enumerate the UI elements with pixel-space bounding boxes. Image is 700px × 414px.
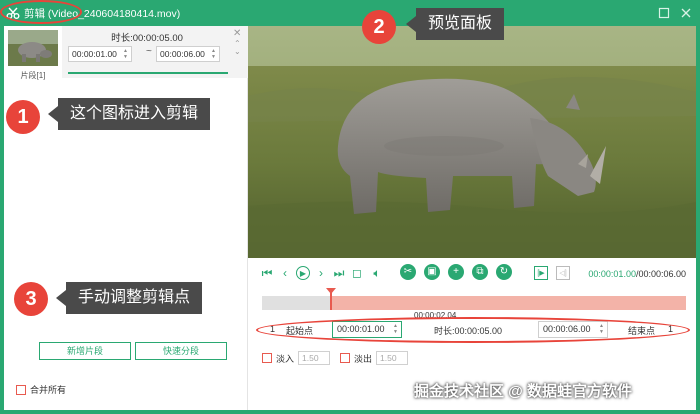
play-icon[interactable]: ▶ [296,266,310,280]
quick-split-button[interactable]: 快速分段 [135,342,227,360]
set-start-marker-icon[interactable]: [▶ [534,266,548,280]
rhino-preview-image [248,26,696,258]
clip-end-spinner-icon[interactable]: ▲ ▼ [211,48,217,60]
clip-thumbnail-label: 片段[1] [20,71,46,80]
playhead[interactable] [330,290,332,310]
title-highlight-ellipse [0,0,82,24]
fade-out-value[interactable]: 1.50 [376,351,409,365]
merge-all-label: 合并所有 [30,385,67,395]
fade-out-option[interactable]: 淡出 1.50 [340,351,409,365]
next-frame-icon[interactable]: › [314,266,328,280]
clip-range-editor: 时长:00:00:05.00 00:00:01.00 ▲ ▼ ~ 00:00:06… [62,26,248,78]
annotation-badge-3: 3 [14,282,48,316]
set-end-marker-icon[interactable]: ◁] [556,266,570,280]
add-marker-icon[interactable]: + [448,264,464,280]
reset-icon[interactable]: ↻ [496,264,512,280]
skip-to-end-icon[interactable]: ⏭ [332,266,346,280]
skip-to-start-icon[interactable]: ⏮ [260,266,274,280]
rhino-thumbnail-image [8,30,58,66]
watermark: 掘金技术社区 @ 数据蛙官方软件 [414,383,632,400]
range-separator: ~ [146,46,152,57]
current-time: 00:00:01.00 [588,269,636,279]
clip-start-time-input[interactable]: 00:00:01.00 ▲ ▼ [68,46,132,62]
playback-time: 00:00:01.00/00:00:06.00 [588,269,686,279]
reorder-arrows-icon[interactable]: ⌃ ⌄ [234,40,241,56]
title-bar: 剪辑 (Video_240604180414.mov) [0,0,700,26]
clip-start-spinner-icon[interactable]: ▲ ▼ [123,48,129,60]
fade-in-value[interactable]: 1.50 [298,351,331,365]
remove-clip-icon[interactable]: ✕ [233,28,241,39]
annotation-callout-2: 预览面板 [405,8,505,40]
player-controls: ⏮ ‹ ▶ › ⏭ ◻ 🔈︎ ✂ ▣ + ⧉ ↻ [▶ ◁] 00:00:01.… [248,262,696,286]
annotation-callout-3: 手动调整剪辑点 [55,282,203,314]
merge-all-option[interactable]: 合并所有 [16,383,66,396]
total-time: /00:00:06.00 [635,269,686,279]
trim-row-highlight-ellipse [256,317,690,343]
merge-all-checkbox[interactable] [16,384,26,395]
previous-frame-icon[interactable]: ‹ [278,266,292,280]
preview-panel [248,26,696,258]
fade-in-option[interactable]: 淡入 1.50 [262,351,331,365]
stop-icon[interactable]: ◻ [350,266,364,280]
segment-panel: 片段[1] 时长:00:00:05.00 00:00:01.00 ▲ ▼ ~ 00… [4,26,248,410]
clip-end-time-value: 00:00:06.00 [160,49,205,59]
clip-duration: 时长:00:00:05.00 [111,33,183,44]
clip-progress-bar [68,72,228,74]
copy-segment-icon[interactable]: ⧉ [472,264,488,280]
selected-range[interactable] [330,296,686,310]
annotation-badge-1: 1 [6,100,40,134]
annotation-callout-1: 这个图标进入剪辑 [47,98,211,130]
fade-in-checkbox[interactable] [262,353,272,363]
timeline-track[interactable] [262,288,686,310]
fade-in-label: 淡入 [276,353,295,364]
add-segment-button[interactable]: 新增片段 [39,342,131,360]
close-icon[interactable] [680,7,692,19]
volume-icon[interactable]: 🔈︎ [370,266,384,280]
snapshot-icon[interactable]: ▣ [424,264,440,280]
fade-out-label: 淡出 [354,353,373,364]
clip-start-time-value: 00:00:01.00 [72,49,117,59]
cut-scissors-icon[interactable]: ✂ [400,264,416,280]
maximize-icon[interactable] [658,7,670,19]
clip-end-time-input[interactable]: 00:00:06.00 ▲ ▼ [156,46,220,62]
clip-thumbnail[interactable] [8,30,58,66]
fade-out-checkbox[interactable] [340,353,350,363]
annotation-badge-2: 2 [362,10,396,44]
